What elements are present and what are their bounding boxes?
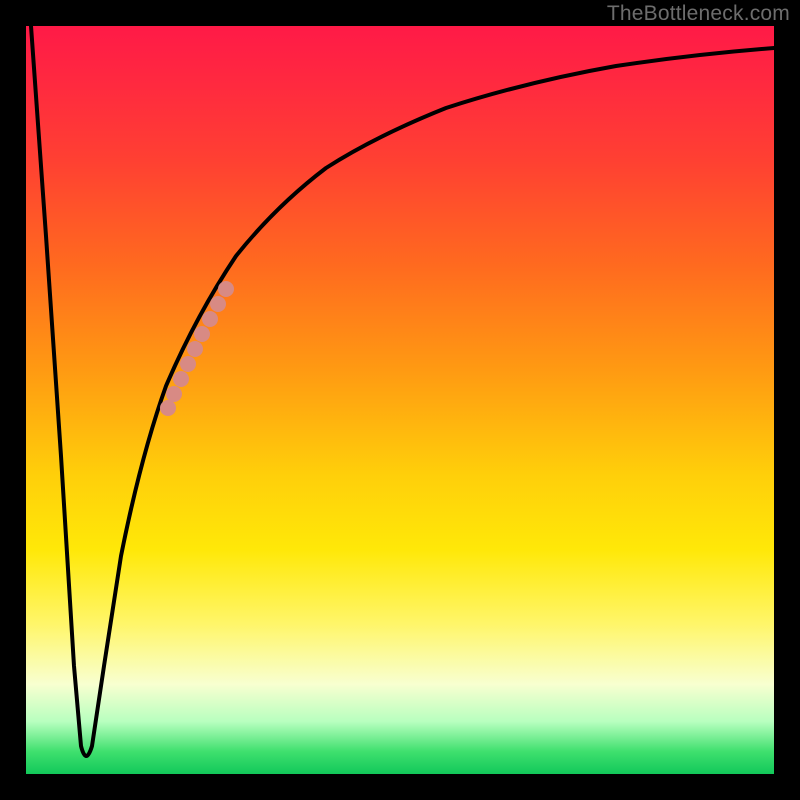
highlight-marker: [180, 356, 196, 372]
outer-black-frame: TheBottleneck.com: [0, 0, 800, 800]
watermark-text: TheBottleneck.com: [607, 2, 790, 26]
highlight-marker: [210, 296, 226, 312]
highlight-marker: [160, 400, 176, 416]
highlight-marker: [218, 281, 234, 297]
plot-area: [26, 26, 774, 774]
highlight-marker-group: [160, 281, 234, 416]
chart-svg: [26, 26, 774, 774]
highlight-marker: [173, 371, 189, 387]
highlight-marker: [202, 311, 218, 327]
main-curve: [31, 26, 774, 756]
highlight-marker: [194, 326, 210, 342]
highlight-marker: [166, 386, 182, 402]
highlight-marker: [187, 341, 203, 357]
